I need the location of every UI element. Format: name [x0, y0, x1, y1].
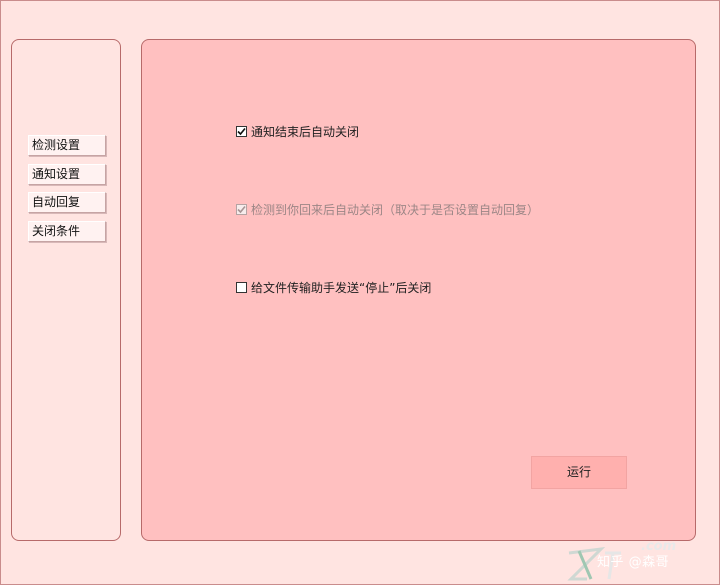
run-button[interactable]: 运行 [531, 456, 627, 489]
sidebar: 检测设置 通知设置 自动回复 关闭条件 [11, 39, 121, 541]
close-after-notify-checkbox[interactable] [236, 126, 247, 137]
sidebar-item-close-conditions[interactable]: 关闭条件 [28, 221, 106, 242]
app-window: 检测设置 通知设置 自动回复 关闭条件 通知结束后自动关闭 检测到你回来后自动关… [0, 0, 720, 585]
checkmark-icon [237, 205, 246, 214]
close-on-stop-message-label: 给文件传输助手发送“停止”后关闭 [251, 281, 432, 295]
sidebar-item-notify-settings[interactable]: 通知设置 [28, 164, 106, 185]
checkmark-icon [237, 127, 246, 136]
close-on-stop-message-option[interactable]: 给文件传输助手发送“停止”后关闭 [236, 279, 431, 296]
author-watermark: 知乎 @森哥 [597, 555, 670, 570]
close-on-return-option: 检测到你回来后自动关闭（取决于是否设置自动回复） [236, 201, 539, 218]
sidebar-item-detect-settings[interactable]: 检测设置 [28, 135, 106, 156]
close-on-return-checkbox [236, 204, 247, 215]
sidebar-item-auto-reply[interactable]: 自动回复 [28, 192, 106, 213]
close-after-notify-option[interactable]: 通知结束后自动关闭 [236, 123, 359, 140]
close-after-notify-label: 通知结束后自动关闭 [251, 125, 360, 139]
close-on-stop-message-checkbox[interactable] [236, 282, 247, 293]
close-on-return-label: 检测到你回来后自动关闭（取决于是否设置自动回复） [251, 203, 540, 217]
